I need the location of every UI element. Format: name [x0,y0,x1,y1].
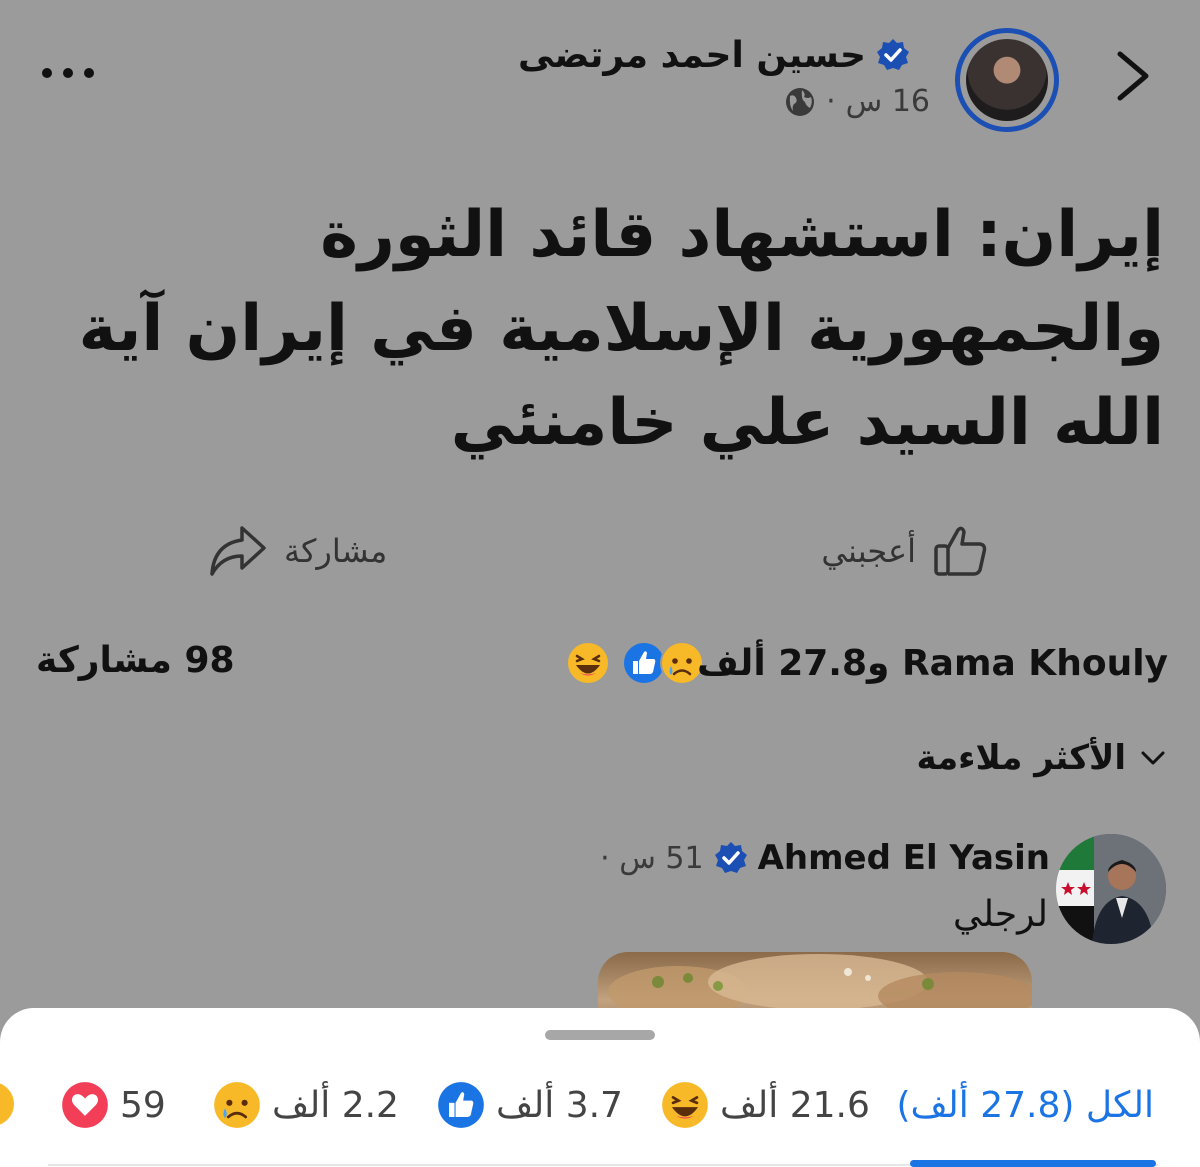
tab-active-indicator [910,1160,1156,1167]
thumbs-up-icon [934,526,987,576]
reactions-text: Rama Khouly و27.8 ألف [696,642,1168,684]
tab-like[interactable]: 3.7 ألف [436,1078,623,1132]
commenter-avatar[interactable] [1056,834,1166,944]
sad-icon [214,1082,260,1128]
author-name[interactable]: حسين احمد مرتضى [518,35,866,76]
comment-header: 51 س · Ahmed El Yasin [600,838,1050,878]
share-label: مشاركة [284,532,388,570]
share-arrow-icon [210,526,266,576]
tab-love[interactable]: 59 [60,1078,166,1132]
like-icon [438,1082,484,1128]
comment-sort-dropdown[interactable]: الأكثر ملاءمة [916,738,1166,778]
meta-separator: · [826,84,836,119]
chevron-down-icon [1141,751,1165,765]
commenter-avatar-photo [1056,834,1166,944]
post-time[interactable]: 16 س [846,84,930,119]
like-button[interactable]: أعجبني [821,522,990,580]
globe-icon [786,87,815,116]
post-meta: · 16 س [784,84,930,119]
tab-sad[interactable]: 2.2 ألف [212,1078,399,1132]
haha-icon [565,641,610,685]
post-text: إيران: استشهاد قائد الثورة والجمهورية ال… [78,198,1164,460]
verified-badge-icon [714,842,747,873]
sort-label: الأكثر ملاءمة [916,738,1126,778]
like-label: أعجبني [821,532,916,570]
tab-all-label: الكل (27.8 ألف) [896,1084,1155,1126]
shares-count[interactable]: 98 مشاركة [36,640,235,681]
more-dots-icon[interactable] [38,60,98,86]
author-avatar[interactable] [955,28,1059,132]
haha-icon [662,1082,708,1128]
comment-time[interactable]: 51 س · [600,841,703,876]
comment-text: لرجلي [952,894,1048,935]
back-chevron-icon[interactable] [1110,48,1156,104]
tab-all-reactions[interactable]: الكل (27.8 ألف) [897,1078,1155,1132]
commenter-name[interactable]: Ahmed El Yasin [758,838,1050,878]
reactions-summary[interactable]: Rama Khouly و27.8 ألف [565,640,1168,686]
author-line: حسين احمد مرتضى [518,30,910,80]
author-avatar-photo [966,39,1048,121]
sheet-drag-handle[interactable] [545,1030,655,1040]
tab-haha[interactable]: 21.6 ألف [660,1078,870,1132]
share-button[interactable]: مشاركة [208,522,387,580]
tab-sad-label: 2.2 ألف [272,1084,399,1126]
verified-badge-icon [877,39,909,70]
tab-haha-label: 21.6 ألف [720,1084,870,1126]
tab-love-label: 59 [120,1084,166,1126]
tab-like-label: 3.7 ألف [496,1084,623,1126]
love-icon [62,1082,108,1128]
